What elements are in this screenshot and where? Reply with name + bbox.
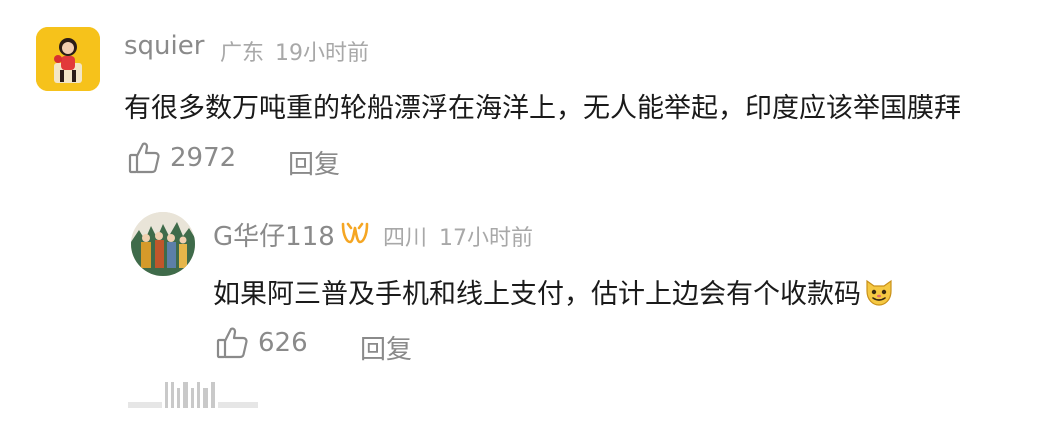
cat-emoji-icon (863, 277, 895, 314)
comment-time: 19小时前 (275, 41, 369, 66)
reply-like-button[interactable]: 626 (216, 326, 308, 360)
comment-location: 广东 (220, 41, 265, 66)
comment-reply-button[interactable]: 回复 (288, 144, 340, 181)
reply-text: 如果阿三普及手机和线上支付，估计上边会有个收款码 (213, 279, 861, 310)
reply-reply-button[interactable]: 回复 (360, 329, 412, 366)
reply-time: 17小时前 (439, 226, 533, 251)
comment-username[interactable]: squier (124, 31, 204, 61)
avatar-squier[interactable] (36, 27, 100, 91)
reply-text-line: 如果阿三普及手机和线上支付，估计上边会有个收款码 (213, 272, 895, 314)
more-replies-placeholder[interactable] (128, 382, 258, 408)
reply-location: 四川 (383, 226, 428, 251)
thumbs-up-icon (128, 141, 160, 175)
vip-badge-icon (340, 218, 370, 250)
comment-text: 有很多数万吨重的轮船漂浮在海洋上，无人能举起，印度应该举国膜拜 (124, 93, 961, 124)
comment-like-count: 2972 (170, 143, 237, 173)
avatar-g-huazai118[interactable] (131, 212, 195, 276)
comment-like-button[interactable]: 2972 (128, 141, 236, 175)
thumbs-up-icon (216, 326, 248, 360)
reply-username[interactable]: G华仔118 (213, 216, 335, 253)
reply-like-count: 626 (258, 328, 308, 358)
